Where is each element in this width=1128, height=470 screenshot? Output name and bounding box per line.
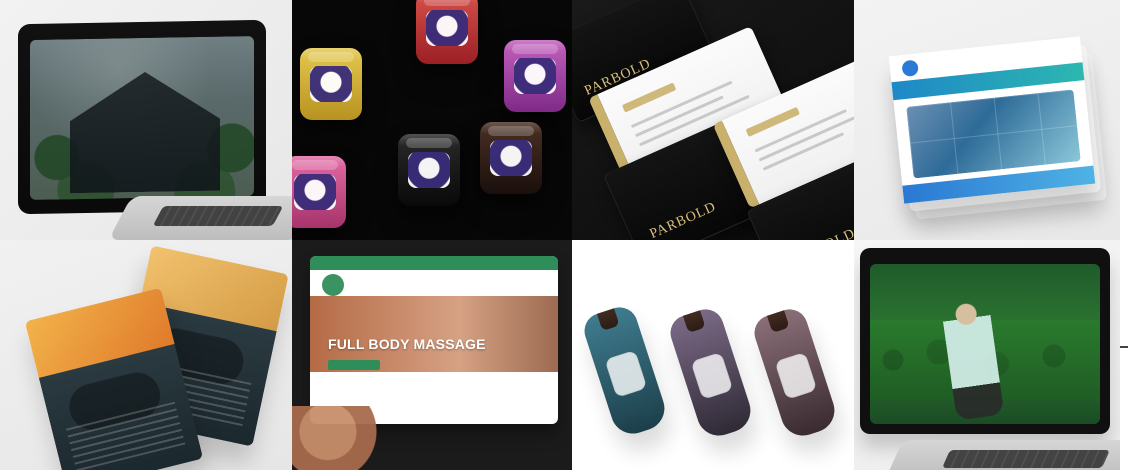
brochure-cover xyxy=(888,36,1096,204)
laptop-screen-image xyxy=(870,264,1100,424)
right-edge-mark xyxy=(1120,346,1128,348)
tin-purple xyxy=(504,40,566,112)
brand-text: PARBOLD xyxy=(787,226,854,240)
bottle-purple xyxy=(665,304,757,442)
tin-label xyxy=(490,140,532,176)
bottle-label xyxy=(774,351,818,400)
tin-label xyxy=(408,152,450,188)
hand-shape xyxy=(292,406,412,470)
person-shape xyxy=(939,291,1005,421)
tin-top xyxy=(406,138,452,148)
tin-black xyxy=(398,134,460,206)
portfolio-grid: PARBOLD PARBOLD PARBOLD xyxy=(0,0,1128,470)
bottle-blue xyxy=(579,302,671,440)
bottle-label xyxy=(604,349,648,398)
tin-top xyxy=(488,126,534,136)
text-line xyxy=(630,80,733,129)
tile-candle-tins-packaging[interactable] xyxy=(292,0,572,240)
tin-label xyxy=(514,58,556,94)
tile-brochure-stack[interactable] xyxy=(854,0,1120,240)
tin-top xyxy=(308,52,354,62)
website-top-bar xyxy=(310,256,558,270)
tile-massage-website-on-laptop[interactable]: FULL BODY MASSAGE xyxy=(292,240,572,470)
laptop-keyboard xyxy=(941,450,1111,468)
tile-laptop-mockup-green-scene[interactable] xyxy=(854,240,1120,470)
website-logo xyxy=(322,274,344,296)
brand-text: PARBOLD xyxy=(647,199,719,240)
bottle-label xyxy=(690,351,734,400)
website-screen: FULL BODY MASSAGE xyxy=(310,256,558,424)
tin-brown xyxy=(480,122,542,194)
tin-top xyxy=(512,44,558,54)
text-line xyxy=(754,109,848,153)
tin-label xyxy=(426,10,468,46)
tin-top xyxy=(292,160,338,170)
bottle-neck xyxy=(676,304,706,333)
tile-parbold-business-cards[interactable]: PARBOLD PARBOLD PARBOLD xyxy=(572,0,854,240)
laptop-screen-image xyxy=(30,36,254,200)
brochure-photo-grid xyxy=(906,89,1081,179)
tin-label xyxy=(310,66,352,102)
tin-red xyxy=(416,0,478,64)
bottle-neck xyxy=(590,302,620,331)
tile-bottle-packaging[interactable] xyxy=(572,240,854,470)
right-edge xyxy=(1120,0,1128,470)
tin-pink xyxy=(292,156,346,228)
website-cta-button xyxy=(328,360,380,370)
bottle-neck xyxy=(760,304,790,333)
tin-label xyxy=(294,174,336,210)
tile-laptop-mockup-house-photo[interactable] xyxy=(0,0,292,240)
tin-yellow xyxy=(300,48,362,120)
bottle-mauve xyxy=(749,304,841,442)
website-nav xyxy=(310,270,558,297)
website-hero-title: FULL BODY MASSAGE xyxy=(328,336,486,352)
tin-top xyxy=(424,0,470,6)
laptop-keyboard xyxy=(152,206,284,226)
tile-flyer-mockups[interactable] xyxy=(0,240,292,470)
